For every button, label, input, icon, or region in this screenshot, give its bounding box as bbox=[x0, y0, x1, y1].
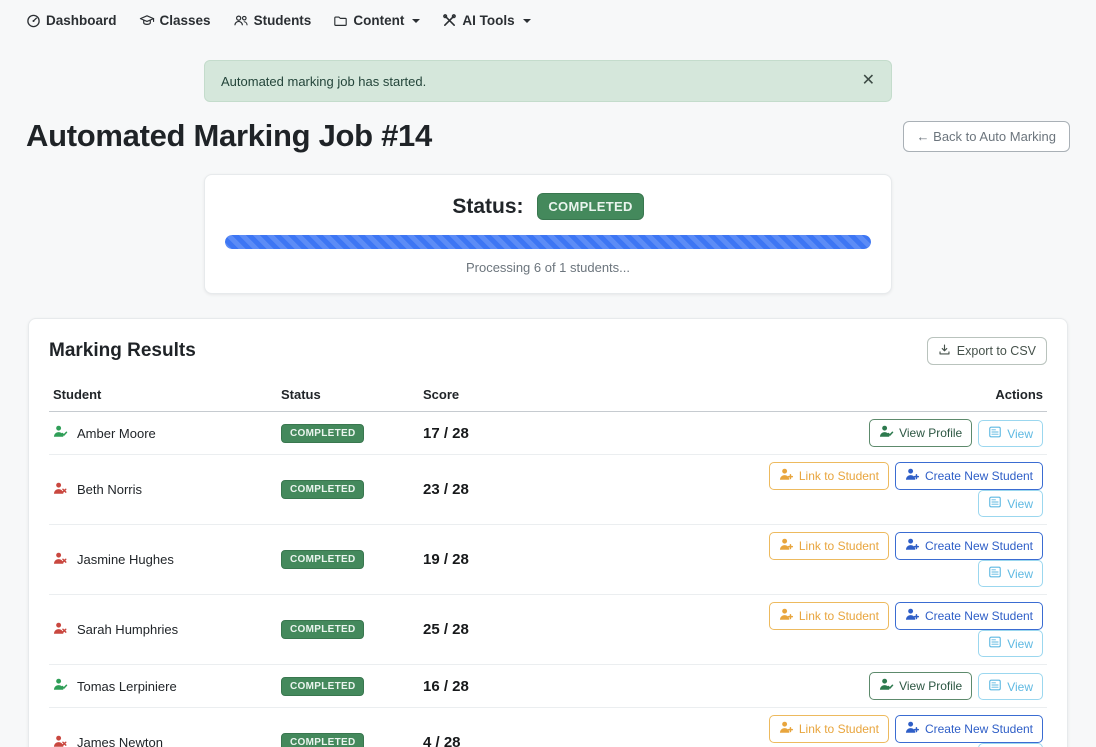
score-value: 16 / 28 bbox=[423, 678, 469, 695]
alert-banner: Automated marking job has started. ✕ bbox=[204, 60, 892, 102]
student-name: Tomas Lerpiniere bbox=[77, 679, 177, 694]
nav-item-content[interactable]: Content bbox=[333, 13, 420, 28]
progress-text: Processing 6 of 1 students... bbox=[225, 260, 871, 275]
person-plus-icon bbox=[905, 607, 920, 625]
progress-track bbox=[225, 235, 871, 249]
person-plus-icon bbox=[779, 607, 794, 625]
view-button[interactable]: View bbox=[978, 743, 1043, 747]
view-profile-button[interactable]: View Profile bbox=[869, 672, 972, 700]
close-icon[interactable]: ✕ bbox=[862, 73, 875, 89]
table-row: Beth Norris COMPLETED 23 / 28 Link to Stude… bbox=[49, 455, 1047, 525]
create-new-student-button[interactable]: Create New Student bbox=[895, 602, 1043, 630]
person-plus-icon bbox=[779, 720, 794, 738]
person-plus-icon bbox=[905, 537, 920, 555]
create-new-student-button[interactable]: Create New Student bbox=[895, 532, 1043, 560]
status-badge: COMPLETED bbox=[281, 677, 364, 696]
back-to-auto-marking-button[interactable]: ← Back to Auto Marking bbox=[903, 121, 1070, 152]
top-navbar: Dashboard Classes Students Content AI Tools bbox=[0, 0, 1096, 38]
table-row: Sarah Humphries COMPLETED 25 / 28 Link to S… bbox=[49, 595, 1047, 665]
chevron-down-icon bbox=[412, 19, 420, 23]
column-header-status: Status bbox=[277, 379, 419, 412]
column-header-score: Score bbox=[419, 379, 719, 412]
results-table-body: Amber MooreCOMPLETED17 / 28View ProfileV… bbox=[49, 412, 1047, 747]
table-row: Jasmine Hughes COMPLETED 19 / 28 Link to St… bbox=[49, 525, 1047, 595]
status-badge: COMPLETED bbox=[281, 424, 364, 443]
score-value: 19 / 28 bbox=[423, 551, 469, 568]
link-to-student-button[interactable]: Link to Student bbox=[769, 715, 889, 743]
table-row: Tomas Lerpiniere COMPLETED 16 / 28 View Pro… bbox=[49, 665, 1047, 708]
column-header-student: Student bbox=[49, 379, 277, 412]
alert-message: Automated marking job has started. bbox=[221, 74, 426, 89]
person-check-icon bbox=[53, 677, 68, 695]
card-text-icon bbox=[988, 635, 1002, 652]
page-title: Automated Marking Job #14 bbox=[26, 118, 432, 154]
card-text-icon bbox=[988, 425, 1002, 442]
nav-item-ai-tools[interactable]: AI Tools bbox=[442, 13, 530, 28]
download-icon bbox=[938, 343, 951, 359]
ai-tools-icon bbox=[442, 13, 457, 28]
person-plus-icon bbox=[779, 537, 794, 555]
status-badge: COMPLETED bbox=[281, 733, 364, 747]
students-icon bbox=[233, 13, 249, 28]
dashboard-icon bbox=[26, 13, 41, 28]
link-to-student-button[interactable]: Link to Student bbox=[769, 532, 889, 560]
view-button[interactable]: View bbox=[978, 490, 1043, 517]
view-button[interactable]: View bbox=[978, 560, 1043, 587]
status-badge: COMPLETED bbox=[537, 193, 643, 220]
nav-item-students[interactable]: Students bbox=[233, 13, 312, 28]
create-new-student-button[interactable]: Create New Student bbox=[895, 715, 1043, 743]
person-plus-icon bbox=[905, 720, 920, 738]
table-row: James Newton COMPLETED 4 / 28 Link to Stude… bbox=[49, 708, 1047, 747]
score-value: 23 / 28 bbox=[423, 481, 469, 498]
status-badge: COMPLETED bbox=[281, 480, 364, 499]
status-label: Status: bbox=[452, 195, 523, 218]
student-name: Sarah Humphries bbox=[77, 622, 178, 637]
status-card: Status: COMPLETED Processing 6 of 1 stud… bbox=[204, 174, 892, 294]
student-name: Jasmine Hughes bbox=[77, 552, 174, 567]
student-name: Amber Moore bbox=[77, 426, 156, 441]
score-value: 17 / 28 bbox=[423, 425, 469, 442]
classes-icon bbox=[139, 13, 155, 28]
student-name: Beth Norris bbox=[77, 482, 142, 497]
person-x-icon bbox=[53, 621, 68, 639]
view-button[interactable]: View bbox=[978, 630, 1043, 657]
results-title: Marking Results bbox=[49, 340, 196, 362]
content-icon bbox=[333, 14, 348, 28]
status-badge: COMPLETED bbox=[281, 550, 364, 569]
person-check-icon bbox=[879, 677, 894, 695]
table-row: Amber Moore COMPLETED 17 / 28 View ProfileV… bbox=[49, 412, 1047, 455]
person-check-icon bbox=[53, 424, 68, 442]
column-header-actions: Actions bbox=[719, 379, 1047, 412]
view-button[interactable]: View bbox=[978, 673, 1043, 700]
marking-results-card: Marking Results Export to CSV Student St… bbox=[28, 318, 1068, 747]
score-value: 25 / 28 bbox=[423, 621, 469, 638]
person-plus-icon bbox=[779, 467, 794, 485]
progress-bar bbox=[225, 235, 871, 249]
person-x-icon bbox=[53, 481, 68, 499]
person-x-icon bbox=[53, 551, 68, 569]
link-to-student-button[interactable]: Link to Student bbox=[769, 602, 889, 630]
person-check-icon bbox=[879, 424, 894, 442]
card-text-icon bbox=[988, 495, 1002, 512]
person-plus-icon bbox=[905, 467, 920, 485]
nav-item-dashboard[interactable]: Dashboard bbox=[26, 13, 117, 28]
chevron-down-icon bbox=[523, 19, 531, 23]
link-to-student-button[interactable]: Link to Student bbox=[769, 462, 889, 490]
score-value: 4 / 28 bbox=[423, 734, 461, 747]
card-text-icon bbox=[988, 678, 1002, 695]
card-text-icon bbox=[988, 565, 1002, 582]
export-to-csv-button[interactable]: Export to CSV bbox=[927, 337, 1047, 365]
nav-item-classes[interactable]: Classes bbox=[139, 13, 211, 28]
view-profile-button[interactable]: View Profile bbox=[869, 419, 972, 447]
person-x-icon bbox=[53, 734, 68, 747]
student-name: James Newton bbox=[77, 735, 163, 747]
results-table: Student Status Score Actions Amber Moore… bbox=[49, 379, 1047, 747]
view-button[interactable]: View bbox=[978, 420, 1043, 447]
status-badge: COMPLETED bbox=[281, 620, 364, 639]
create-new-student-button[interactable]: Create New Student bbox=[895, 462, 1043, 490]
